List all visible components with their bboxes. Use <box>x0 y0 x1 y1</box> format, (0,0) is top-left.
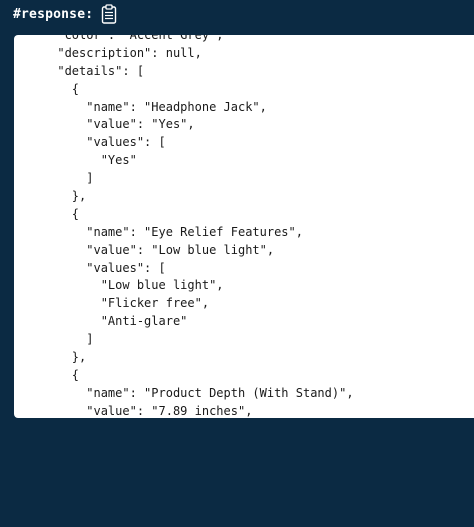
code-line: "details": [ <box>14 63 145 78</box>
code-block: "color": "Accent Grey", "description": n… <box>14 35 474 418</box>
code-line: "Yes" <box>14 153 137 168</box>
code-line: { <box>14 81 80 96</box>
response-header: #response: <box>13 3 118 25</box>
code-line: "Flicker free", <box>14 296 210 311</box>
code-line: "color": "Accent Grey", <box>14 35 224 42</box>
code-line: { <box>14 367 80 382</box>
response-label: #response: <box>13 6 94 22</box>
code-line: "Low blue light", <box>14 278 224 293</box>
code-line: }, <box>14 350 87 365</box>
code-line: "value": "7.89 inches", <box>14 403 253 418</box>
code-line: "name": "Product Depth (With Stand)", <box>14 385 354 400</box>
code-line: "values": [ <box>14 260 166 275</box>
code-line: }, <box>14 189 87 204</box>
code-line: "value": "Yes", <box>14 117 195 132</box>
code-line: "value": "Low blue light", <box>14 242 275 257</box>
clipboard-icon[interactable] <box>100 4 118 24</box>
code-text: "color": "Accent Grey", "description": n… <box>14 35 354 418</box>
code-line: "Anti-glare" <box>14 314 188 329</box>
code-line: ] <box>14 332 94 347</box>
code-line: "description": null, <box>14 45 202 60</box>
code-line: ] <box>14 171 94 186</box>
code-line: "name": "Eye Relief Features", <box>14 224 303 239</box>
code-line: { <box>14 206 80 221</box>
code-line: "values": [ <box>14 135 166 150</box>
code-line: "name": "Headphone Jack", <box>14 99 267 114</box>
